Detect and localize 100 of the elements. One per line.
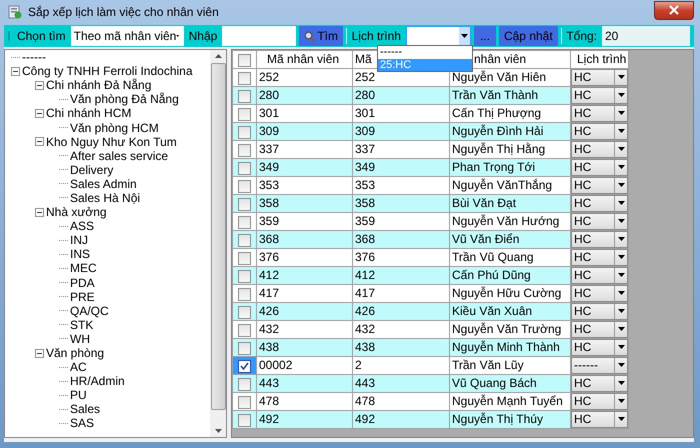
schedule-cell-dropdown[interactable]: HC	[571, 122, 628, 140]
table-cell: 280	[352, 86, 450, 104]
table-cell: 478	[352, 392, 450, 410]
close-icon	[669, 5, 679, 15]
schedule-cell-dropdown[interactable]: HC	[571, 212, 628, 230]
schedule-cell-dropdown[interactable]: HC	[571, 230, 628, 248]
schedule-cell-dropdown[interactable]: HC	[571, 68, 628, 86]
tree-item[interactable]: AC	[70, 360, 87, 374]
scrollbar[interactable]	[210, 50, 226, 437]
table-cell: 309	[256, 122, 352, 140]
tree-item[interactable]: QA/QC	[70, 304, 109, 318]
checkbox[interactable]	[238, 126, 251, 139]
tree-item[interactable]: MEC	[70, 261, 97, 276]
checkbox[interactable]	[238, 54, 251, 67]
schedule-cell-dropdown[interactable]: HC	[571, 86, 628, 104]
checkbox[interactable]	[238, 216, 251, 229]
collapse-toggle-icon[interactable]	[35, 137, 44, 146]
more-button[interactable]: ...	[474, 26, 496, 46]
schedule-cell-dropdown[interactable]: HC	[571, 410, 628, 428]
total-field[interactable]: 20	[602, 26, 690, 46]
schedule-cell-dropdown[interactable]: HC	[571, 284, 628, 302]
checkbox[interactable]	[238, 90, 251, 103]
checkbox[interactable]	[238, 270, 251, 283]
caret-icon	[618, 363, 625, 368]
schedule-cell-dropdown[interactable]: HC	[571, 266, 628, 284]
checkbox[interactable]	[238, 324, 251, 337]
table-cell: 438	[352, 338, 450, 356]
collapse-toggle-icon[interactable]	[35, 108, 44, 118]
tree-item[interactable]: After sales service	[70, 148, 168, 163]
schedule-cell-dropdown[interactable]: ------	[571, 356, 628, 374]
table-cell: 353	[352, 176, 450, 194]
column-header[interactable]: Mã nhân viên	[256, 50, 352, 68]
checkbox[interactable]	[238, 108, 251, 121]
checkbox[interactable]	[238, 252, 251, 265]
tree-item[interactable]: SAS	[70, 416, 94, 430]
schedule-cell-dropdown[interactable]: HC	[571, 194, 628, 212]
checkbox[interactable]	[238, 414, 251, 427]
schedule-cell-dropdown[interactable]: HC	[571, 248, 628, 266]
schedule-cell-dropdown[interactable]: HC	[571, 140, 628, 158]
schedule-cell-dropdown[interactable]: HC	[571, 374, 628, 392]
schedule-cell-dropdown[interactable]: HC	[571, 338, 628, 356]
schedule-cell-dropdown[interactable]: HC	[571, 176, 628, 194]
tree-item[interactable]: Kho Nguy Như Kon Tum	[46, 134, 177, 149]
checkbox[interactable]	[238, 180, 251, 193]
close-button[interactable]	[654, 0, 694, 20]
checkbox[interactable]	[238, 288, 251, 301]
checkbox[interactable]	[238, 306, 251, 319]
tree-item[interactable]: ASS	[70, 219, 94, 234]
update-button[interactable]: Cập nhật	[498, 26, 558, 46]
tree-item[interactable]: INS	[70, 247, 90, 262]
checkbox[interactable]	[238, 360, 251, 373]
tree-item[interactable]: ------	[22, 50, 46, 64]
checkbox[interactable]	[238, 342, 251, 355]
checkbox[interactable]	[238, 162, 251, 175]
collapse-toggle-icon[interactable]	[35, 80, 44, 90]
tree-item[interactable]: PU	[70, 388, 87, 402]
search-by-dropdown[interactable]: Theo mã nhân viên	[70, 26, 184, 46]
tree-item[interactable]: Nhà xưởng	[46, 205, 107, 220]
tree-item[interactable]: PDA	[70, 276, 95, 290]
input-label: Nhập	[188, 29, 218, 43]
schedule-cell-dropdown[interactable]: HC	[571, 302, 628, 320]
checkbox[interactable]	[238, 378, 251, 391]
tree-item[interactable]: HR/Admin	[70, 374, 125, 388]
column-header[interactable]: Lịch trình	[570, 50, 629, 68]
checkbox[interactable]	[238, 198, 251, 211]
table-cell: Vũ Quang Bách	[450, 374, 570, 392]
tree-item[interactable]: Chi nhánh Đả Nẵng	[46, 78, 152, 92]
tree-item[interactable]: Văn phòng	[46, 346, 104, 360]
checkbox[interactable]	[238, 72, 251, 85]
tree-item[interactable]: Sales Admin	[70, 176, 137, 191]
tree-item[interactable]: Văn phòng Đả Nẵng	[70, 92, 179, 106]
tree-item[interactable]: Công ty TNHH Ferroli Indochina	[22, 64, 193, 78]
schedule-dropdown[interactable]	[406, 26, 471, 46]
tree-item[interactable]: INJ	[70, 233, 88, 248]
collapse-toggle-icon[interactable]	[35, 348, 44, 358]
input-field[interactable]	[222, 26, 296, 46]
schedule-cell-dropdown[interactable]: HC	[571, 392, 628, 410]
checkbox[interactable]	[238, 144, 251, 157]
schedule-cell-dropdown[interactable]: HC	[571, 104, 628, 122]
caret-icon	[618, 273, 625, 278]
table-cell: 478	[256, 392, 352, 410]
tree-item[interactable]: Sales	[70, 402, 100, 416]
collapse-toggle-icon[interactable]	[35, 208, 44, 217]
checkbox[interactable]	[238, 234, 251, 247]
tree-item[interactable]: STK	[70, 318, 94, 332]
schedule-cell-dropdown[interactable]: HC	[571, 320, 628, 338]
scroll-thumb[interactable]	[210, 63, 226, 410]
table-cell: Trần Văn Lũy	[450, 356, 570, 374]
search-button[interactable]: Tìm	[299, 26, 343, 46]
tree-item[interactable]: Delivery	[70, 162, 114, 177]
table-cell: Nguyễn Văn Trường	[450, 320, 570, 338]
collapse-toggle-icon[interactable]	[11, 66, 20, 76]
tree-item[interactable]: Văn phòng HCM	[70, 120, 159, 135]
tree-item[interactable]: Sales Hà Nội	[70, 190, 140, 205]
schedule-cell-dropdown[interactable]: HC	[571, 158, 628, 176]
tree-item[interactable]: PRE	[70, 290, 95, 304]
tree-item[interactable]: WH	[70, 332, 90, 346]
schedule-label: Lịch trình	[350, 29, 402, 43]
tree-item[interactable]: Chi nhánh HCM	[46, 106, 132, 120]
checkbox[interactable]	[238, 396, 251, 409]
